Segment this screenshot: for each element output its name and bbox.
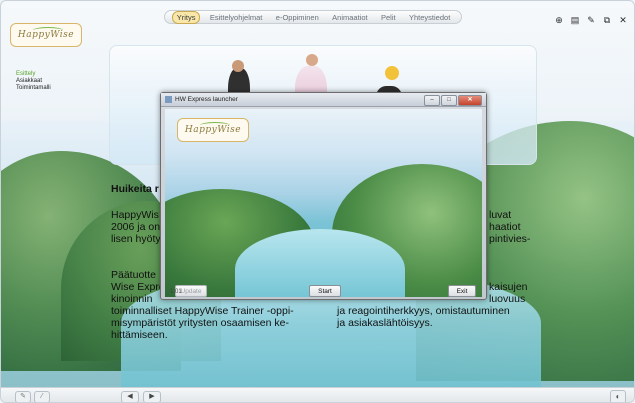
tab-pelit[interactable]: Pelit: [377, 12, 400, 23]
sidebar-item-toimintamalli[interactable]: Toimintamalli: [16, 85, 51, 92]
happywise-logo[interactable]: HappyWise: [10, 23, 82, 47]
tab-yhteystiedot[interactable]: Yhteystiedot: [405, 12, 454, 23]
maximize-button[interactable]: □: [441, 95, 457, 106]
content-right-para-2-cont: ja reagointiherkkyys, omistautuminen ja …: [337, 305, 510, 329]
version-label: 1.01: [170, 289, 182, 295]
content-right-para-1: luvat haatiot pintivies-: [489, 209, 531, 245]
content-right-para-2: kaisujen luovuus: [489, 281, 528, 305]
print-icon[interactable]: ▤: [570, 15, 580, 25]
content-left-para-2-cont: toiminnalliset HappyWise Trainer -oppi- …: [111, 305, 294, 341]
app-icon: [165, 96, 172, 103]
content-left-para-1: HappyWis 2006 ja on lisen hyöty: [111, 209, 161, 245]
tab-e-oppiminen[interactable]: e-Oppiminen: [272, 12, 323, 23]
window-controls: – □ ✕: [424, 95, 482, 106]
main-nav: Yritys Esittelyohjelmat e-Oppiminen Anim…: [164, 10, 462, 24]
close-icon[interactable]: ✕: [618, 15, 628, 25]
prev-button[interactable]: ◀: [121, 391, 139, 402]
sidebar: Esittely Asiakkaat Toimintamalli: [16, 71, 51, 92]
bottom-bar: ✎ ⁄ ◀ ▶ ◐: [1, 387, 634, 402]
content-heading: Huikeita r: [111, 183, 159, 195]
pencil-icon[interactable]: ✎: [15, 391, 31, 402]
launcher-logo: HappyWise: [177, 118, 249, 142]
settings-icon[interactable]: ⊕: [554, 15, 564, 25]
window-icon[interactable]: ⧉: [602, 15, 612, 25]
launcher-title: HW Express launcher: [175, 96, 238, 103]
tab-esittelyohjelmat[interactable]: Esittelyohjelmat: [206, 12, 267, 23]
next-button[interactable]: ▶: [143, 391, 161, 402]
launcher-body: HappyWise Update Start Exit 1.01: [165, 109, 482, 297]
exit-button[interactable]: Exit: [448, 285, 476, 297]
sidebar-item-esittely[interactable]: Esittely: [16, 71, 51, 78]
tab-yritys[interactable]: Yritys: [171, 10, 201, 24]
window-toolbar: ⊕ ▤ ✎ ⧉ ✕: [554, 15, 628, 25]
app-frame: HappyWise Yritys Esittelyohjelmat e-Oppi…: [0, 0, 635, 403]
start-button[interactable]: Start: [309, 285, 341, 297]
power-icon[interactable]: ◐: [610, 390, 626, 402]
sidebar-item-asiakkaat[interactable]: Asiakkaat: [16, 78, 51, 85]
edit-icon[interactable]: ✎: [586, 15, 596, 25]
content-left-para-2: Päätuotte Wise Expre kinoinnin: [111, 269, 165, 305]
launcher-window: HW Express launcher – □ ✕ HappyWise Upda…: [160, 92, 487, 300]
close-window-button[interactable]: ✕: [458, 95, 482, 106]
tab-animaatiot[interactable]: Animaatiot: [328, 12, 371, 23]
pen-icon[interactable]: ⁄: [34, 391, 50, 402]
minimize-button[interactable]: –: [424, 95, 440, 106]
